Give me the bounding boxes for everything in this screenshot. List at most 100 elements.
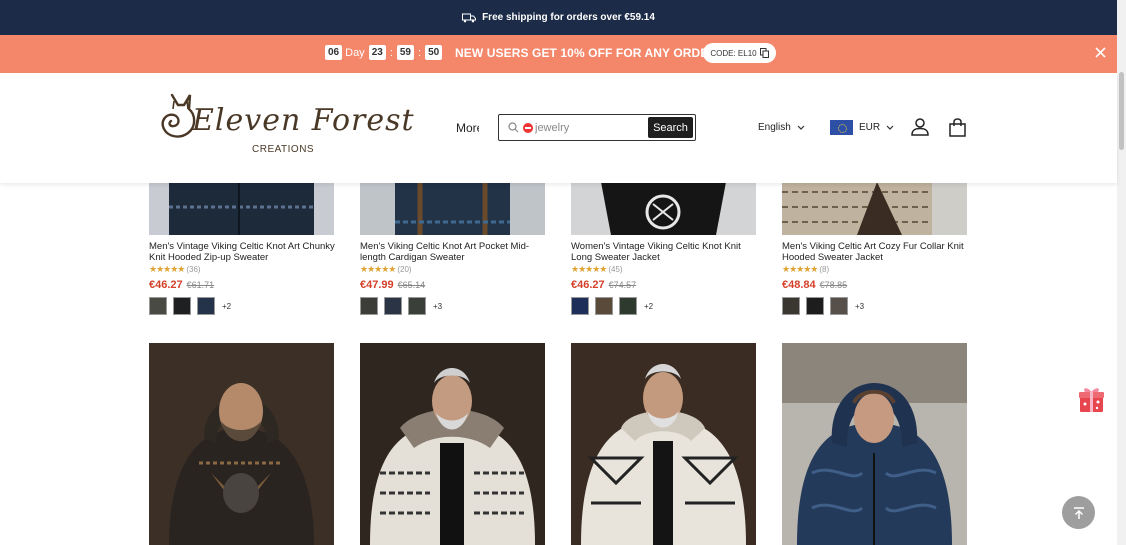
review-count: (20) xyxy=(397,265,412,274)
more-colors-count[interactable]: +2 xyxy=(222,302,231,311)
language-selector[interactable]: English xyxy=(758,122,805,133)
color-swatches: +3 xyxy=(360,297,545,315)
product-image[interactable] xyxy=(571,343,756,545)
color-swatches: +2 xyxy=(149,297,334,315)
page: Free shipping for orders over €59.14 06 … xyxy=(0,0,1126,545)
product-prices: €48.84 €78.85 xyxy=(782,279,967,291)
product-rating: ★★★★★ (45) xyxy=(571,264,756,275)
product-rating: ★★★★★ (36) xyxy=(149,264,334,275)
star-rating: ★★★★★ xyxy=(360,264,396,274)
countdown-days: 06 xyxy=(325,45,343,60)
back-to-top-button[interactable] xyxy=(1062,496,1095,529)
more-colors-count[interactable]: +3 xyxy=(855,302,864,311)
color-swatch[interactable] xyxy=(197,297,215,315)
product-photo xyxy=(149,182,334,235)
shipping-text: Free shipping for orders over €59.14 xyxy=(482,12,655,23)
countdown-separator: : xyxy=(389,46,393,59)
color-swatch[interactable] xyxy=(619,297,637,315)
product-card[interactable] xyxy=(149,343,334,545)
product-photo xyxy=(360,343,545,545)
star-rating: ★★★★★ xyxy=(571,264,607,274)
product-prices: €47.99 €65.14 xyxy=(360,279,545,291)
product-title[interactable]: Men's Viking Celtic Art Cozy Fur Collar … xyxy=(782,241,972,263)
more-colors-count[interactable]: +3 xyxy=(433,302,442,311)
color-swatches: +2 xyxy=(571,297,756,315)
copy-icon xyxy=(759,48,769,58)
chevron-down-icon xyxy=(797,125,805,130)
review-count: (36) xyxy=(186,265,201,274)
promo-text: NEW USERS GET 10% OFF FOR ANY ORDER xyxy=(455,46,718,60)
promo-bar: 06 Day 23 : 59 : 50 NEW USERS GET 10% OF… xyxy=(0,35,1117,73)
product-photo xyxy=(360,182,545,235)
currency-label: EUR xyxy=(859,122,881,133)
product-rating: ★★★★★ (20) xyxy=(360,264,545,275)
truck-icon xyxy=(462,13,477,22)
color-swatch[interactable] xyxy=(149,297,167,315)
product-image[interactable] xyxy=(360,182,545,235)
product-prices: €46.27 €61.71 xyxy=(149,279,334,291)
product-card[interactable]: Men's Viking Celtic Art Cozy Fur Collar … xyxy=(782,182,967,315)
product-rating: ★★★★★ (8) xyxy=(782,264,967,275)
product-image[interactable] xyxy=(571,182,756,235)
search-button[interactable]: Search xyxy=(648,117,693,138)
product-card[interactable] xyxy=(571,343,756,545)
color-swatch[interactable] xyxy=(173,297,191,315)
review-count: (8) xyxy=(819,265,830,274)
color-swatch[interactable] xyxy=(595,297,613,315)
product-title[interactable]: Men's Viking Celtic Knot Art Pocket Mid-… xyxy=(360,241,550,263)
product-card[interactable]: Men's Vintage Viking Celtic Knot Art Chu… xyxy=(149,182,335,315)
color-swatch[interactable] xyxy=(830,297,848,315)
product-image[interactable] xyxy=(782,182,967,235)
color-swatch[interactable] xyxy=(782,297,800,315)
sale-price: €46.27 xyxy=(149,279,183,291)
scrollbar[interactable] xyxy=(1117,0,1126,545)
logo-subtitle: CREATIONS xyxy=(252,144,315,155)
color-swatch[interactable] xyxy=(384,297,402,315)
more-menu-link[interactable]: More xyxy=(456,121,479,135)
product-image[interactable] xyxy=(149,343,334,545)
more-colors-count[interactable]: +2 xyxy=(644,302,653,311)
currency-selector[interactable]: EUR xyxy=(830,120,894,135)
product-prices: €46.27 €74.57 xyxy=(571,279,756,291)
color-swatch[interactable] xyxy=(806,297,824,315)
logo[interactable]: Eleven Forest CREATIONS xyxy=(158,89,414,159)
color-swatch[interactable] xyxy=(408,297,426,315)
product-photo xyxy=(149,343,334,545)
shopping-bag-icon[interactable] xyxy=(948,118,967,137)
no-entry-icon xyxy=(523,122,533,133)
search-input[interactable] xyxy=(535,121,645,134)
color-swatch[interactable] xyxy=(360,297,378,315)
product-card[interactable]: Women's Vintage Viking Celtic Knot Knit … xyxy=(571,182,756,315)
sale-price: €47.99 xyxy=(360,279,394,291)
coupon-code-button[interactable]: CODE: EL10 xyxy=(703,43,776,63)
language-label: English xyxy=(758,122,791,133)
product-image[interactable] xyxy=(782,343,967,545)
product-photo xyxy=(782,182,967,235)
countdown-seconds: 50 xyxy=(425,45,443,60)
countdown-day-label: Day xyxy=(345,46,365,59)
chevron-down-icon xyxy=(886,125,894,130)
product-card[interactable]: Men's Viking Celtic Knot Art Pocket Mid-… xyxy=(360,182,545,315)
product-title[interactable]: Women's Vintage Viking Celtic Knot Knit … xyxy=(571,241,761,263)
scrollbar-thumb[interactable] xyxy=(1119,72,1124,150)
color-swatch[interactable] xyxy=(571,297,589,315)
product-title[interactable]: Men's Vintage Viking Celtic Knot Art Chu… xyxy=(149,241,339,263)
star-rating: ★★★★★ xyxy=(782,264,818,274)
star-rating: ★★★★★ xyxy=(149,264,185,274)
search-icon xyxy=(508,122,519,133)
product-card[interactable] xyxy=(782,343,967,545)
shipping-bar: Free shipping for orders over €59.14 xyxy=(0,0,1117,35)
logo-wordmark: Eleven Forest xyxy=(192,103,415,138)
gift-icon[interactable] xyxy=(1079,386,1104,413)
site-header: Eleven Forest CREATIONS More Search Engl… xyxy=(0,73,1117,183)
product-image[interactable] xyxy=(149,182,334,235)
product-card[interactable] xyxy=(360,343,545,545)
countdown-hours: 23 xyxy=(368,45,386,60)
original-price: €74.57 xyxy=(608,280,637,290)
countdown-timer: 06 Day 23 : 59 : 50 xyxy=(325,45,443,60)
eu-flag-icon xyxy=(830,120,853,135)
product-photo xyxy=(571,182,756,235)
close-icon[interactable] xyxy=(1094,46,1107,59)
user-account-icon[interactable] xyxy=(911,118,929,136)
product-image[interactable] xyxy=(360,343,545,545)
